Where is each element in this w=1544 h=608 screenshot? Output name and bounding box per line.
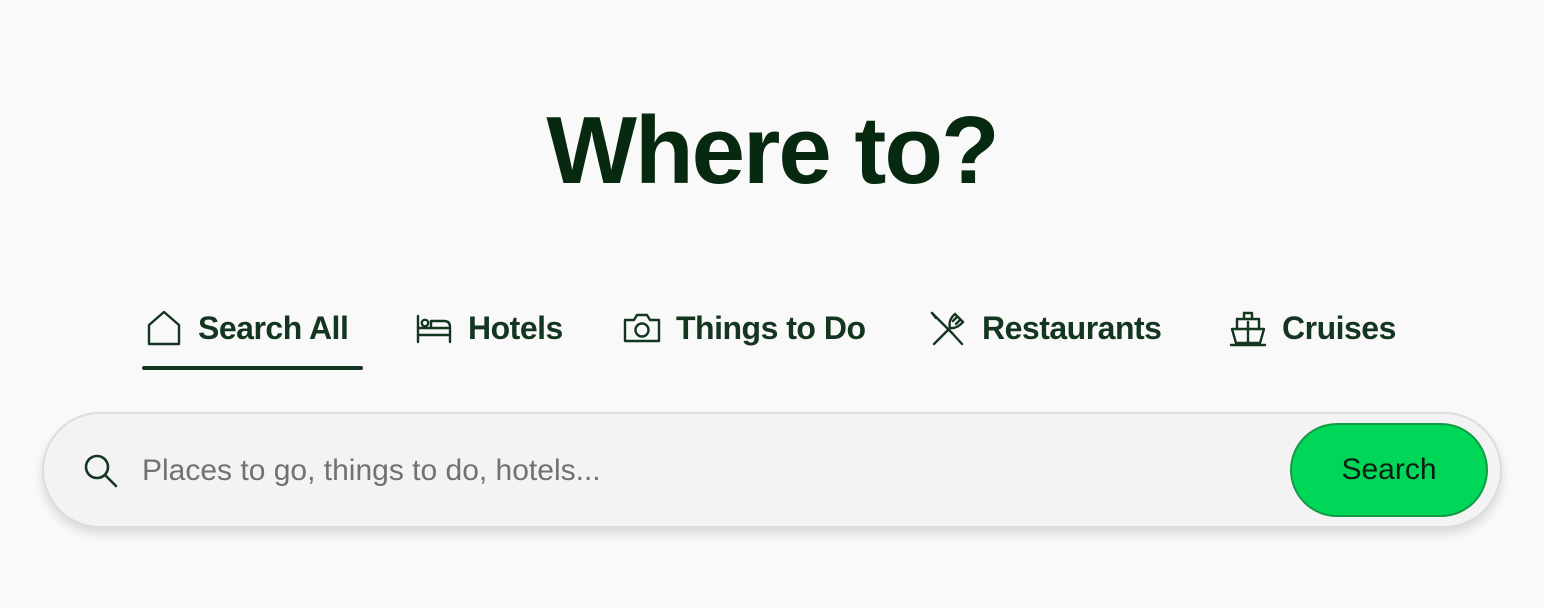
- search-input[interactable]: [140, 442, 1274, 500]
- tab-things-to-do[interactable]: Things to Do: [620, 300, 866, 356]
- search-button[interactable]: Search: [1290, 423, 1488, 517]
- page: Where to? Search All Hotels Things to Do…: [0, 0, 1544, 608]
- tab-cruises[interactable]: Cruises: [1226, 300, 1396, 356]
- tab-label: Restaurants: [982, 309, 1162, 346]
- ship-icon: [1226, 306, 1270, 350]
- camera-icon: [620, 306, 664, 350]
- search-icon: [80, 450, 120, 490]
- search-category-tabs: Search All Hotels Things to Do Restauran…: [0, 300, 1544, 372]
- selected-tab-indicator: [142, 366, 363, 370]
- tab-label: Cruises: [1282, 309, 1396, 346]
- tab-label: Things to Do: [676, 309, 866, 346]
- tab-label: Hotels: [468, 309, 563, 346]
- search-bar: Search: [42, 412, 1502, 528]
- tab-restaurants[interactable]: Restaurants: [926, 300, 1162, 356]
- tab-label: Search All: [198, 309, 349, 346]
- page-title: Where to?: [546, 97, 999, 204]
- home-icon: [142, 306, 186, 350]
- utensils-icon: [926, 306, 970, 350]
- tab-search-all[interactable]: Search All: [142, 300, 349, 356]
- tab-hotels[interactable]: Hotels: [412, 300, 563, 356]
- bed-icon: [412, 306, 456, 350]
